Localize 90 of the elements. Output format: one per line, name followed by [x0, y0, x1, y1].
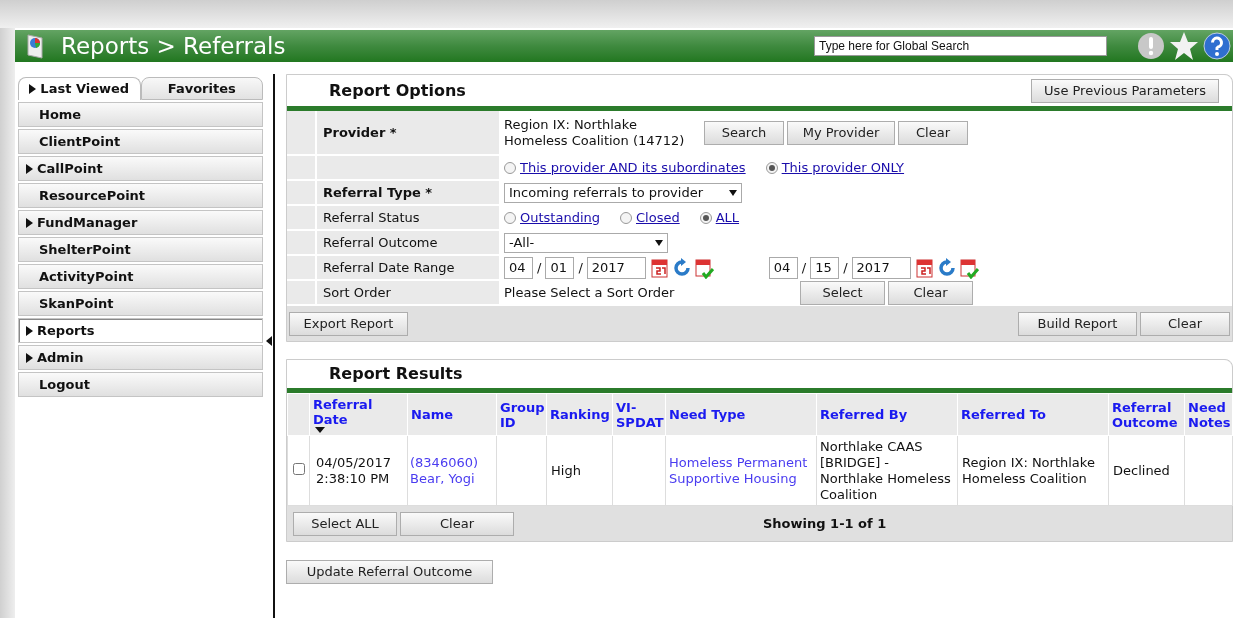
global-search-field[interactable]: Type here for Global Search — [814, 36, 1107, 56]
field-label: Referral Date Range — [323, 258, 455, 277]
date-field[interactable]: 01 — [545, 256, 575, 279]
button[interactable]: Clear — [888, 280, 973, 305]
sidebar-tab[interactable]: Favorites — [140, 77, 263, 100]
button[interactable]: Build Report — [1018, 311, 1137, 336]
field-label: Provider * — [323, 123, 397, 142]
refresh-icon[interactable] — [671, 257, 692, 278]
radio-link[interactable]: Closed — [636, 207, 680, 228]
client-id-link[interactable]: (8346060) — [410, 454, 494, 471]
button[interactable]: Clear — [898, 120, 968, 145]
help-icon[interactable] — [1203, 32, 1231, 60]
results-count: Showing 1-1 of 1 — [763, 514, 887, 533]
radio-button[interactable] — [699, 211, 712, 224]
column-header[interactable]: Need Type — [669, 407, 746, 422]
dropdown[interactable]: Incoming referrals to provider — [504, 182, 742, 203]
sidebar-item[interactable]: Logout — [18, 372, 263, 397]
column-header[interactable]: Referred To — [961, 407, 1046, 422]
column-header[interactable]: Name — [411, 407, 453, 422]
table-cell: High — [551, 462, 581, 478]
star-icon[interactable] — [1169, 31, 1199, 61]
radio-link[interactable]: This provider ONLY — [781, 157, 905, 178]
expand-arrow-icon — [26, 352, 33, 363]
table-cell: Region IX: Northlake Homeless Coalition — [962, 454, 1095, 486]
field-label: Referral Status — [323, 208, 420, 227]
radio-button[interactable] — [504, 161, 516, 174]
page-title: Reports > Referrals — [61, 31, 286, 61]
table-cell: Declined — [1113, 462, 1170, 478]
row-checkbox[interactable] — [292, 462, 305, 475]
date-field[interactable]: 2017 — [586, 256, 646, 279]
sidebar-item[interactable]: FundManager — [18, 210, 263, 235]
alert-icon[interactable] — [1137, 32, 1165, 60]
sidebar-item[interactable]: Home — [18, 102, 263, 127]
calendar-check-icon[interactable] — [958, 256, 979, 279]
button[interactable]: Select — [800, 280, 885, 305]
table-cell-text: 04/05/2017 — [316, 454, 392, 471]
expand-arrow-icon — [26, 217, 33, 228]
radio-link[interactable]: This provider AND its subordinates — [520, 157, 746, 178]
calendar-check-icon[interactable] — [693, 256, 714, 279]
radio-button[interactable] — [620, 211, 632, 224]
radio-link[interactable]: ALL — [715, 207, 740, 228]
date-separator: / — [843, 258, 848, 277]
sidebar-item[interactable]: Admin — [18, 345, 263, 370]
field-label: Referral Type * — [323, 183, 433, 202]
sidebar-item[interactable]: SkanPoint — [18, 291, 263, 316]
date-field[interactable]: 2017 — [851, 256, 911, 279]
button[interactable]: My Provider — [787, 120, 895, 145]
panel-title: Report Results — [329, 363, 463, 385]
collapse-arrow-icon[interactable] — [266, 336, 272, 346]
sidebar-tab[interactable]: Last Viewed — [18, 77, 141, 100]
sidebar-item[interactable]: ResourcePoint — [18, 183, 263, 208]
refresh-icon[interactable] — [936, 257, 957, 278]
sidebar-item[interactable]: Reports — [18, 318, 263, 343]
provider-value: Region IX: Northlake Homeless Coalition (14712) — [504, 116, 686, 149]
button[interactable]: Search — [704, 120, 784, 145]
button[interactable]: Update Referral Outcome — [286, 559, 493, 584]
table-cell: Northlake CAAS [BRIDGE] - Northlake Homeless Coalition — [820, 438, 951, 502]
radio-button[interactable] — [765, 161, 778, 174]
date-separator: / — [801, 258, 807, 277]
button[interactable]: Export Report — [289, 311, 408, 336]
client-name-link[interactable]: Bear, Yogi — [410, 470, 494, 487]
expand-arrow-icon — [29, 84, 37, 94]
button[interactable]: Use Previous Parameters — [1031, 78, 1219, 103]
date-separator: / — [537, 258, 542, 277]
radio-link[interactable]: Outstanding — [520, 207, 600, 228]
sidebar-item[interactable]: ActivityPoint — [18, 264, 263, 289]
expand-arrow-icon — [26, 163, 33, 174]
date-field[interactable]: 04 — [768, 256, 798, 279]
dropdown[interactable]: -All- — [504, 232, 668, 253]
field-label: Referral Outcome — [323, 233, 438, 252]
field-label: Sort Order — [323, 283, 391, 302]
sidebar-item[interactable]: CallPoint — [18, 156, 263, 181]
caret-icon — [655, 239, 663, 246]
date-separator: / — [578, 258, 583, 277]
date-field[interactable]: 15 — [810, 256, 840, 279]
calendar-icon[interactable] — [914, 256, 935, 279]
sidebar-item[interactable]: ShelterPoint — [18, 237, 263, 262]
table-cell-text: 2:38:10 PM — [316, 470, 391, 487]
date-field[interactable]: 04 — [504, 256, 533, 279]
button[interactable]: Clear — [400, 511, 514, 536]
sidebar-item[interactable]: ClientPoint — [18, 129, 263, 154]
calendar-icon[interactable] — [649, 256, 670, 279]
caret-icon — [729, 189, 737, 196]
sort-value: Please Select a Sort Order — [504, 283, 676, 302]
button[interactable]: Select ALL — [293, 511, 397, 536]
button[interactable]: Clear — [1140, 311, 1230, 336]
radio-button[interactable] — [504, 211, 516, 224]
expand-arrow-icon — [26, 325, 33, 336]
panel-title: Report Options — [329, 79, 466, 102]
sort-arrow-icon[interactable] — [315, 426, 325, 433]
